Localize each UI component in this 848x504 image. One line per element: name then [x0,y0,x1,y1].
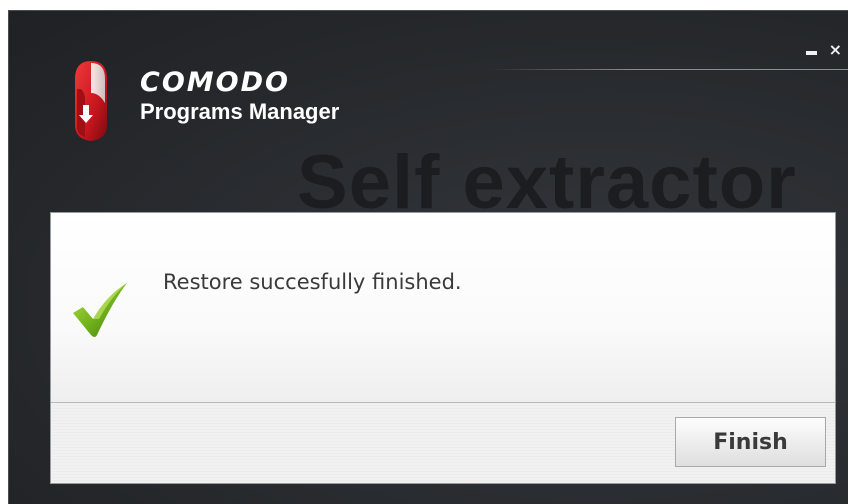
checkmark-icon [69,279,131,341]
product-name: Programs Manager [140,99,340,124]
minimize-button[interactable] [805,41,817,59]
window-controls: × [805,41,842,59]
brand: COMODO Programs Manager [140,67,339,125]
brand-name: COMODO [140,67,290,98]
dialog-footer: Finish [51,403,835,483]
watermark-text: Self extractor [297,140,797,225]
close-icon: × [828,40,842,59]
comodo-logo-icon [69,59,113,143]
close-button[interactable]: × [829,41,842,59]
dialog-body: Restore succesfully finished. [51,213,835,403]
minimize-icon [805,51,817,55]
result-dialog: Restore succesfully finished. Finish [50,212,836,484]
installer-window: × COMODO Programs Manager Self extractor… [8,10,848,504]
title-divider [489,69,848,70]
finish-button[interactable]: Finish [675,417,826,467]
status-message: Restore succesfully finished. [163,270,462,294]
